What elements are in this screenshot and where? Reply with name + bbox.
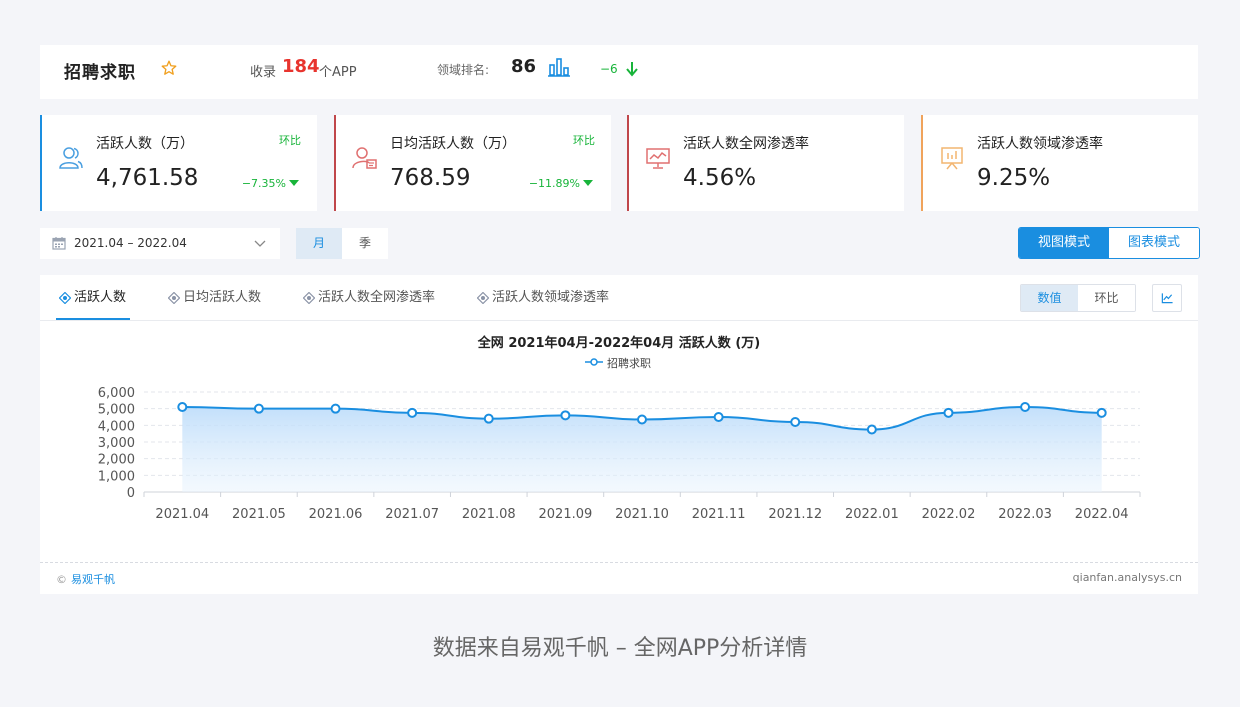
y-tick-label: 5,000 [98, 403, 135, 418]
triangle-down-icon [289, 180, 299, 186]
rank-label: 领域排名: [437, 63, 490, 77]
data-point [407, 407, 418, 418]
metric-value: 4,761.58 [96, 165, 199, 191]
y-tick-label: 0 [127, 486, 135, 501]
chart-panel: 活跃人数 日均活跃人数 活跃人数全网渗透率 活跃人数领域渗透率 数值 环比 全网… [40, 275, 1198, 594]
x-tick-label: 2021.07 [385, 507, 439, 522]
metric-label: 活跃人数领域渗透率 [977, 136, 1103, 152]
metric-compare-label: 环比 [573, 134, 595, 147]
y-tick-label: 6,000 [98, 386, 135, 401]
triangle-down-icon [583, 180, 593, 186]
x-tick-label: 2021.04 [155, 507, 209, 522]
y-tick-label: 4,000 [98, 419, 135, 434]
collect-label: 收录 [250, 65, 277, 80]
period-toggle: 月 季 [296, 228, 388, 259]
data-point [943, 407, 954, 418]
metric-change: −11.89% [529, 177, 593, 190]
app-category-title: 招聘求职 [64, 63, 136, 83]
metric-label: 活跃人数（万） [96, 136, 194, 152]
chart-mode-button[interactable]: 图表模式 [1109, 228, 1199, 258]
x-tick-label: 2021.05 [232, 507, 286, 522]
rank-value: 86 [511, 56, 537, 77]
date-range-text: 2021.04 – 2022.04 [74, 236, 187, 250]
x-tick-label: 2021.12 [768, 507, 822, 522]
metric-card-domain-penetration[interactable]: 活跃人数领域渗透率 9.25% [921, 115, 1198, 211]
copyright: © 易观千帆 [56, 573, 115, 586]
data-point [177, 402, 188, 412]
y-tick-label: 1,000 [98, 469, 135, 484]
metric-value: 768.59 [390, 165, 471, 191]
data-point [713, 412, 724, 422]
user-calendar-icon [352, 147, 377, 169]
y-tick-label: 3,000 [98, 436, 135, 451]
data-point [637, 414, 647, 425]
metric-label: 活跃人数全网渗透率 [683, 136, 809, 152]
copyright-symbol: © [56, 573, 67, 586]
x-tick-label: 2022.03 [998, 507, 1052, 522]
data-point [330, 403, 341, 414]
page-caption: 数据来自易观千帆 – 全网APP分析详情 [432, 636, 808, 661]
footer-divider [40, 562, 1198, 563]
chevron-down-icon [254, 240, 266, 247]
metric-change: −7.35% [242, 177, 299, 190]
metric-card-daily-active-users[interactable]: 日均活跃人数（万） 环比 768.59 −11.89% [334, 115, 611, 211]
x-tick-label: 2021.06 [309, 507, 363, 522]
period-tab-month[interactable]: 月 [296, 228, 342, 259]
view-mode-button[interactable]: 视图模式 [1019, 228, 1109, 258]
metric-card-network-penetration[interactable]: 活跃人数全网渗透率 4.56% [627, 115, 904, 211]
data-point [1020, 402, 1031, 412]
arrow-down-icon [626, 62, 638, 77]
presentation-board-icon [941, 147, 963, 170]
bar-chart-icon[interactable] [548, 57, 570, 77]
presentation-chart-icon [646, 148, 670, 169]
users-icon [59, 147, 83, 169]
data-point [866, 424, 877, 435]
x-tick-label: 2021.09 [539, 507, 593, 522]
data-point [483, 413, 494, 424]
mode-toggle: 视图模式 图表模式 [1018, 227, 1200, 259]
collect-unit: 个APP [319, 65, 357, 80]
calendar-icon [52, 237, 66, 250]
metric-value: 4.56% [683, 165, 757, 191]
app-header: 招聘求职 收录 184 个APP 领域排名: 86 −6 [40, 45, 1198, 99]
data-point [790, 417, 801, 427]
metric-card-active-users[interactable]: 活跃人数（万） 环比 4,761.58 −7.35% [40, 115, 317, 211]
active-users-chart: 0 1,0002,000 3,000 4,0005,000 6,000 2021.04 20… [98, 386, 1141, 522]
y-tick-label: 2,000 [98, 453, 135, 468]
x-tick-label: 2022.01 [845, 507, 899, 522]
x-tick-label: 2021.10 [615, 507, 669, 522]
collect-count: 184 [282, 56, 320, 77]
metric-label: 日均活跃人数（万） [390, 136, 516, 152]
data-point [560, 410, 571, 421]
x-tick-label: 2021.11 [692, 507, 746, 522]
metric-compare-label: 环比 [279, 134, 301, 147]
data-point [1096, 407, 1107, 418]
x-tick-label: 2022.04 [1075, 507, 1129, 522]
date-range-picker[interactable]: 2021.04 – 2022.04 [40, 228, 280, 259]
data-point [253, 403, 264, 414]
metric-value: 9.25% [977, 165, 1051, 191]
site-url: qianfan.analysys.cn [1072, 571, 1182, 584]
star-icon[interactable] [160, 59, 178, 77]
rank-change: −6 [600, 62, 618, 76]
x-tick-label: 2022.02 [922, 507, 976, 522]
x-tick-label: 2021.08 [462, 507, 516, 522]
period-tab-quarter[interactable]: 季 [342, 228, 388, 259]
